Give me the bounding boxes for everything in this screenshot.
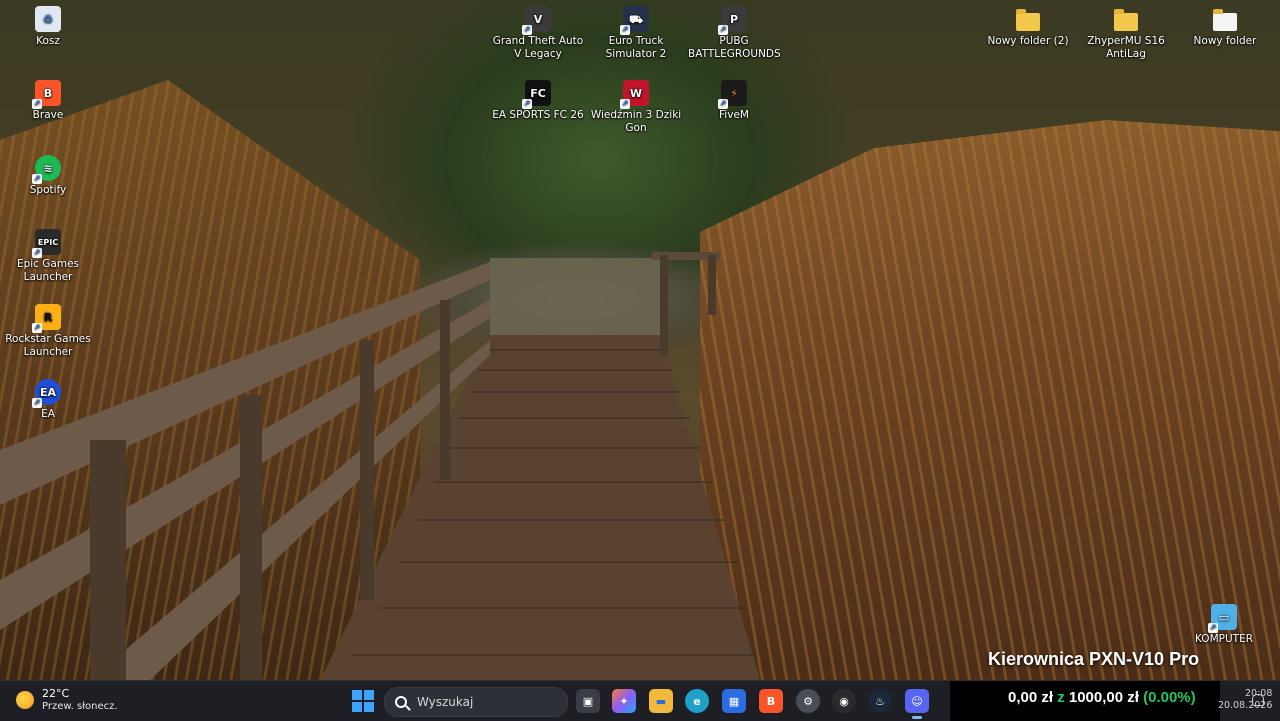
weather-widget[interactable]: 22°C Przew. słonecz. bbox=[16, 687, 118, 713]
desktop-icon-label: KOMPUTER bbox=[1195, 633, 1253, 645]
desktop-icon-label: Rockstar Games Launcher bbox=[5, 333, 91, 358]
overlay-goal-title: Kierownica PXN-V10 Pro bbox=[988, 649, 1200, 669]
desktop-icon-witcher3[interactable]: W ↗ Wiedźmin 3 Dziki Gon bbox=[590, 80, 682, 135]
discord-icon[interactable]: ☺ bbox=[905, 689, 929, 719]
desktop-icon-epic-games[interactable]: EPIC ↗ Epic Games Launcher bbox=[2, 229, 94, 284]
steam-icon[interactable]: ♨ bbox=[868, 689, 892, 713]
folder-icon bbox=[1113, 6, 1139, 32]
desktop-icon-spotify[interactable]: ≋ ↗ Spotify bbox=[2, 155, 94, 197]
store-icon[interactable]: ▦ bbox=[722, 689, 746, 713]
desktop-icon-label: Nowy folder (2) bbox=[987, 35, 1069, 47]
goal-separator: z bbox=[1057, 689, 1065, 706]
desktop-icon-fc26[interactable]: FC ↗ EA SPORTS FC 26 bbox=[492, 80, 584, 122]
desktop-icon-label: PUBG BATTLEGROUNDS bbox=[688, 35, 781, 60]
desktop-icon-kosz[interactable]: ♻ Kosz bbox=[2, 6, 94, 48]
pubg-icon: P ↗ bbox=[718, 6, 747, 35]
desktop-icon-label: FiveM bbox=[719, 109, 749, 121]
weather-temperature: 22°C bbox=[42, 687, 70, 700]
desktop-icon-ea[interactable]: EA ↗ EA bbox=[2, 379, 94, 421]
folder-icon bbox=[1212, 6, 1238, 32]
ea-icon: EA ↗ bbox=[32, 379, 61, 408]
recycle-bin-icon: ♻ bbox=[35, 6, 61, 32]
clock-date: 20.08.2026 bbox=[1218, 700, 1273, 711]
desktop-icon-label: EA SPORTS FC 26 bbox=[492, 109, 584, 121]
notification-bell-icon[interactable] bbox=[1252, 694, 1264, 706]
search-icon bbox=[395, 696, 407, 708]
desktop-folder-zhypermu[interactable]: ZhyperMU S16 AntiLag bbox=[1080, 6, 1172, 61]
witcher-icon: W ↗ bbox=[620, 80, 649, 109]
wallpaper-reeds-right bbox=[700, 120, 1280, 680]
desktop-icon-label: EA bbox=[41, 408, 55, 420]
desktop-icon-ets2[interactable]: ⛟ ↗ Euro Truck Simulator 2 bbox=[590, 6, 682, 61]
gta-icon: V ↗ bbox=[522, 6, 551, 35]
goal-current-amount: 0,00 zł bbox=[1008, 689, 1054, 706]
ets2-icon: ⛟ ↗ bbox=[620, 6, 649, 35]
settings-icon[interactable]: ⚙ bbox=[796, 689, 820, 713]
task-view-icon[interactable]: ▣ bbox=[576, 689, 600, 713]
taskbar-search[interactable]: Wyszukaj bbox=[384, 687, 568, 717]
fivem-icon: ⚡ ↗ bbox=[718, 80, 747, 109]
desktop-icon-label: Wiedźmin 3 Dziki Gon bbox=[590, 109, 682, 134]
taskbar-clock[interactable]: 20:08 20.08.2026 bbox=[1218, 688, 1272, 712]
computer-icon: ▭ ↗ bbox=[1208, 604, 1237, 633]
desktop-icon-gta-v[interactable]: V ↗ Grand Theft Auto V Legacy bbox=[492, 6, 584, 61]
obs-icon[interactable]: ◉ bbox=[832, 689, 856, 713]
fc26-icon: FC ↗ bbox=[522, 80, 551, 109]
search-placeholder: Wyszukaj bbox=[417, 695, 474, 709]
desktop-icon-label: Nowy folder bbox=[1193, 35, 1257, 47]
desktop-icon-pubg[interactable]: P ↗ PUBG BATTLEGROUNDS bbox=[688, 6, 781, 61]
epic-games-icon: EPIC ↗ bbox=[32, 229, 61, 258]
desktop-icon-label: Epic Games Launcher bbox=[16, 258, 80, 283]
desktop-icon-label: Grand Theft Auto V Legacy bbox=[492, 35, 584, 60]
desktop-icon-komputer[interactable]: ▭ ↗ KOMPUTER bbox=[1178, 604, 1270, 646]
windows-logo-icon bbox=[352, 690, 362, 700]
desktop-icon-label: Spotify bbox=[29, 184, 67, 196]
overlay-goal-progress: 0,00 zł z 1000,00 zł (0.00%) bbox=[1008, 689, 1196, 706]
start-button[interactable] bbox=[352, 690, 374, 712]
desktop-icon-fivem[interactable]: ⚡ ↗ FiveM bbox=[688, 80, 780, 122]
desktop-icon-label: Kosz bbox=[36, 35, 60, 47]
brave-icon[interactable]: B bbox=[759, 689, 783, 713]
weather-sun-icon bbox=[16, 691, 34, 709]
file-explorer-icon[interactable]: ▬ bbox=[649, 689, 673, 713]
desktop-folder-nowy-folder[interactable]: Nowy folder bbox=[1178, 6, 1272, 48]
goal-percent: (0.00%) bbox=[1143, 689, 1196, 706]
desktop-folder-nowy-folder-2[interactable]: Nowy folder (2) bbox=[982, 6, 1074, 48]
clock-time: 20:08 bbox=[1245, 688, 1273, 699]
desktop-icon-rockstar[interactable]: R ↗ Rockstar Games Launcher bbox=[2, 304, 94, 359]
rockstar-icon: R ↗ bbox=[32, 304, 61, 333]
desktop-icon-brave[interactable]: B ↗ Brave bbox=[2, 80, 94, 122]
desktop-icon-label: ZhyperMU S16 AntiLag bbox=[1087, 35, 1165, 60]
desktop-icon-label: Brave bbox=[32, 109, 64, 121]
edge-icon[interactable]: e bbox=[685, 689, 709, 713]
weather-description: Przew. słonecz. bbox=[42, 701, 118, 712]
copilot-icon[interactable]: ✦ bbox=[612, 689, 636, 713]
desktop-icon-label: Euro Truck Simulator 2 bbox=[605, 35, 667, 60]
brave-icon: B ↗ bbox=[32, 80, 61, 109]
folder-icon bbox=[1015, 6, 1041, 32]
goal-target-amount: 1000,00 zł bbox=[1068, 689, 1139, 706]
spotify-icon: ≋ ↗ bbox=[32, 155, 61, 184]
